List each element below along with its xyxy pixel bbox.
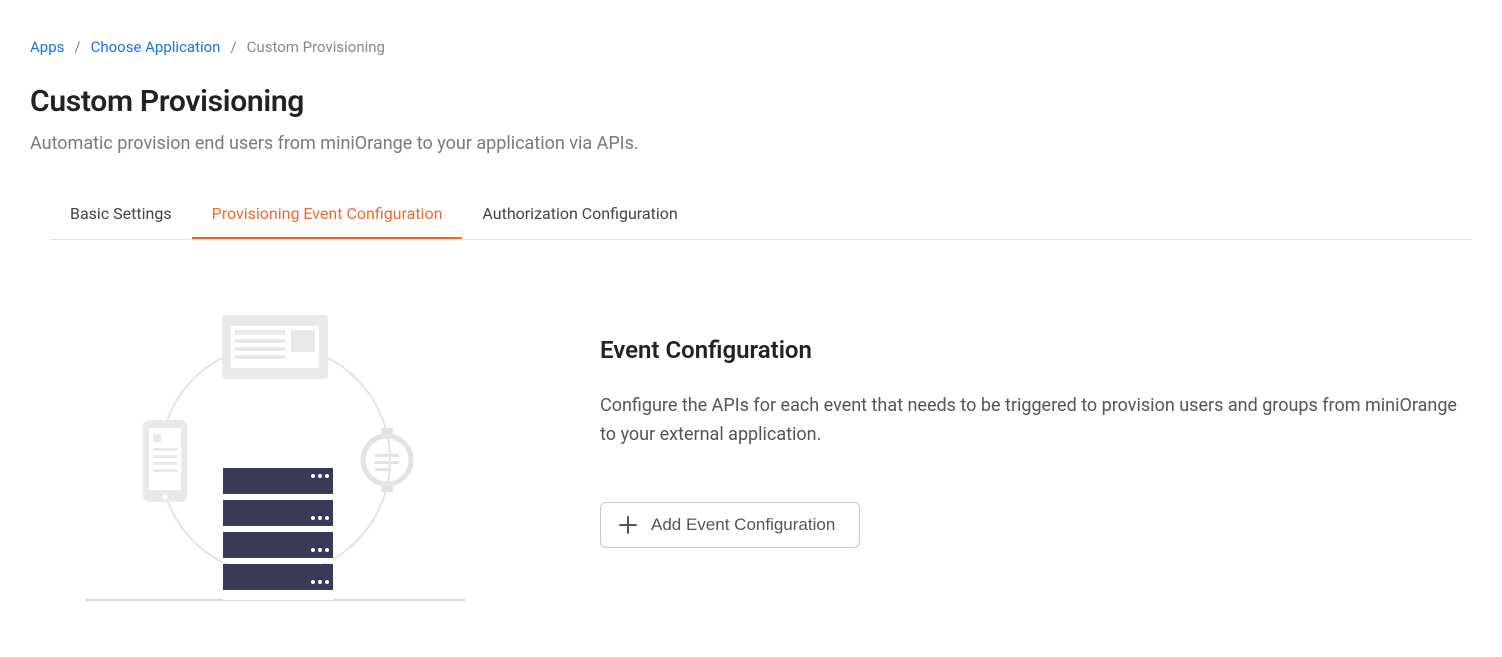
breadcrumb-separator: / (74, 38, 80, 56)
breadcrumb-apps[interactable]: Apps (30, 38, 64, 56)
breadcrumb-choose-application[interactable]: Choose Application (91, 38, 221, 56)
tab-provisioning-event-configuration[interactable]: Provisioning Event Configuration (192, 188, 463, 239)
tab-basic-settings[interactable]: Basic Settings (50, 188, 192, 239)
tabs: Basic Settings Provisioning Event Config… (50, 188, 1472, 240)
add-event-configuration-button[interactable]: Add Event Configuration (600, 502, 860, 548)
page-title: Custom Provisioning (30, 84, 1472, 119)
tab-authorization-configuration[interactable]: Authorization Configuration (462, 188, 697, 239)
plus-icon (619, 516, 637, 534)
add-event-label: Add Event Configuration (651, 515, 835, 535)
page-subtitle: Automatic provision end users from miniO… (30, 133, 1472, 154)
devices-illustration-icon (125, 300, 425, 600)
section-description: Configure the APIs for each event that n… (600, 392, 1472, 450)
breadcrumb-current: Custom Provisioning (247, 38, 385, 56)
section-title: Event Configuration (600, 336, 1472, 364)
breadcrumb-separator: / (230, 38, 236, 56)
breadcrumb: Apps / Choose Application / Custom Provi… (30, 0, 1472, 84)
illustration (30, 300, 520, 601)
